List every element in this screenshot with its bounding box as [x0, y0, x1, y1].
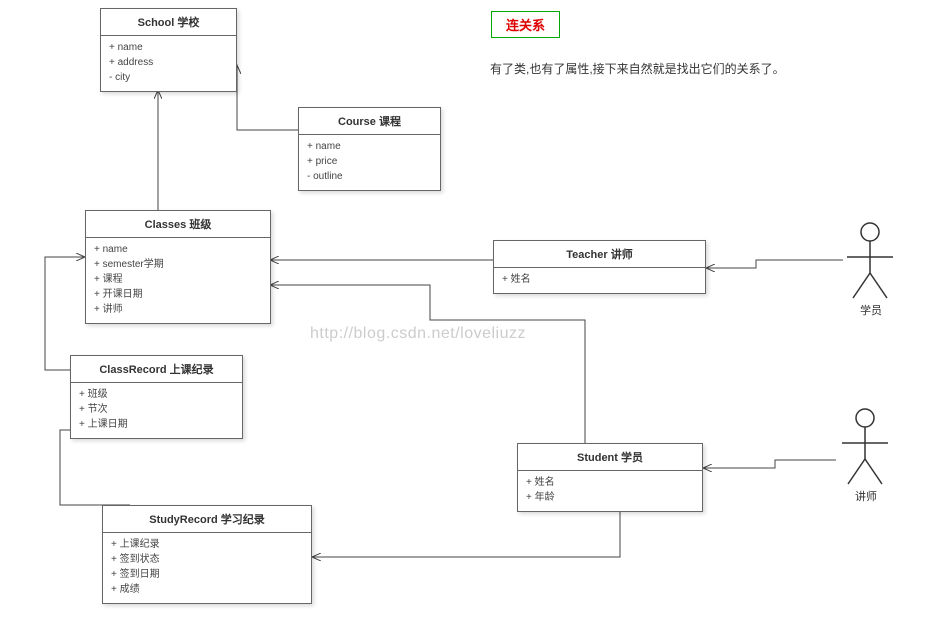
actor-top: [847, 223, 893, 298]
class-course-attrs: + name + price - outline: [299, 135, 440, 190]
actor-bottom-label: 讲师: [852, 488, 880, 504]
class-student-title: Student 学员: [518, 444, 702, 471]
attr: + 课程: [94, 272, 262, 287]
attr: + 年龄: [526, 490, 694, 505]
attr: + name: [109, 40, 228, 55]
class-classrecord-attrs: + 班级 + 节次 + 上课日期: [71, 383, 242, 438]
class-school-title: School 学校: [101, 9, 236, 36]
class-teacher-attrs: + 姓名: [494, 268, 705, 293]
attr: - city: [109, 70, 228, 85]
watermark: http://blog.csdn.net/loveliuzz: [310, 325, 526, 343]
attr: + name: [94, 242, 262, 257]
class-teacher-title: Teacher 讲师: [494, 241, 705, 268]
class-course-title: Course 课程: [299, 108, 440, 135]
class-classrecord: ClassRecord 上课纪录 + 班级 + 节次 + 上课日期: [70, 355, 243, 439]
attr: + 节次: [79, 402, 234, 417]
section-title: 连关系: [491, 11, 560, 38]
attr: + semester学期: [94, 257, 262, 272]
description-text: 有了类,也有了属性,接下来自然就是找出它们的关系了。: [490, 60, 785, 77]
attr: - outline: [307, 169, 432, 184]
attr: + address: [109, 55, 228, 70]
attr: + 姓名: [502, 272, 697, 287]
class-studyrecord-attrs: + 上课纪录 + 签到状态 + 签到日期 + 成绩: [103, 533, 311, 603]
actor-bottom: [842, 409, 888, 484]
class-school-attrs: + name + address - city: [101, 36, 236, 91]
attr: + name: [307, 139, 432, 154]
attr: + 开课日期: [94, 287, 262, 302]
class-classrecord-title: ClassRecord 上课纪录: [71, 356, 242, 383]
class-classes-attrs: + name + semester学期 + 课程 + 开课日期 + 讲师: [86, 238, 270, 323]
attr: + 上课日期: [79, 417, 234, 432]
class-student-attrs: + 姓名 + 年龄: [518, 471, 702, 511]
attr: + 姓名: [526, 475, 694, 490]
attr: + 讲师: [94, 302, 262, 317]
class-studyrecord: StudyRecord 学习纪录 + 上课纪录 + 签到状态 + 签到日期 + …: [102, 505, 312, 604]
attr: + 成绩: [111, 582, 303, 597]
attr: + 上课纪录: [111, 537, 303, 552]
attr: + 签到日期: [111, 567, 303, 582]
attr: + 班级: [79, 387, 234, 402]
section-title-text: 连关系: [506, 18, 545, 33]
class-classes-title: Classes 班级: [86, 211, 270, 238]
attr: + 签到状态: [111, 552, 303, 567]
actor-top-label: 学员: [857, 302, 885, 318]
class-studyrecord-title: StudyRecord 学习纪录: [103, 506, 311, 533]
class-course: Course 课程 + name + price - outline: [298, 107, 441, 191]
class-student: Student 学员 + 姓名 + 年龄: [517, 443, 703, 512]
class-classes: Classes 班级 + name + semester学期 + 课程 + 开课…: [85, 210, 271, 324]
attr: + price: [307, 154, 432, 169]
class-school: School 学校 + name + address - city: [100, 8, 237, 92]
class-teacher: Teacher 讲师 + 姓名: [493, 240, 706, 294]
